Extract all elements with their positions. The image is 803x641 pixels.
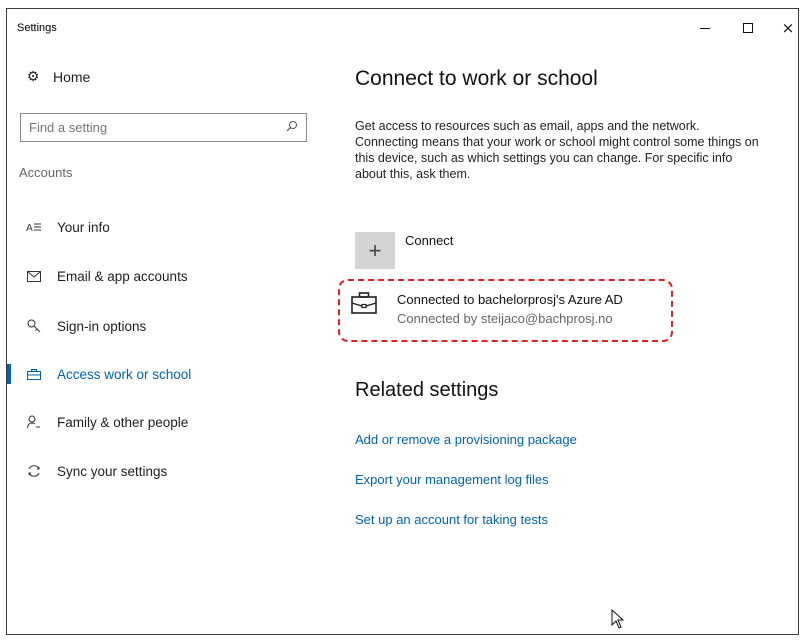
person-card-icon: A xyxy=(25,221,43,233)
provisioning-package-link[interactable]: Add or remove a provisioning package xyxy=(355,432,577,447)
sync-icon xyxy=(25,464,43,478)
people-icon xyxy=(25,415,43,429)
briefcase-icon xyxy=(25,368,43,380)
close-button[interactable]: × xyxy=(771,15,798,41)
page-title: Connect to work or school xyxy=(355,67,598,90)
sidebar-item-label: Sync your settings xyxy=(57,463,168,479)
gear-icon: ⚙ xyxy=(26,69,40,85)
svg-text:A: A xyxy=(26,223,33,233)
search-input[interactable] xyxy=(29,120,286,135)
minimize-icon xyxy=(700,27,710,29)
briefcase-icon xyxy=(351,292,385,320)
settings-window: Settings × ⚙ Home Accounts A Your info E… xyxy=(6,8,799,635)
mouse-cursor-icon xyxy=(611,609,625,629)
sidebar-item-family-other-people[interactable]: Family & other people xyxy=(7,402,327,442)
close-icon: × xyxy=(781,18,795,37)
account-name: Connected to bachelorprosj's Azure AD xyxy=(397,292,623,307)
connected-account-item[interactable]: Connected to bachelorprosj's Azure AD Co… xyxy=(345,286,667,334)
app-title: Settings xyxy=(17,22,57,34)
sidebar-item-label: Email & app accounts xyxy=(57,268,188,284)
plus-icon: + xyxy=(368,237,382,263)
sidebar-item-label: Your info xyxy=(57,219,110,235)
sidebar-item-label: Access work or school xyxy=(57,366,192,382)
maximize-icon xyxy=(743,23,753,33)
connect-button[interactable]: + xyxy=(355,232,395,269)
home-label: Home xyxy=(53,69,91,85)
minimize-button[interactable] xyxy=(688,15,722,41)
account-subtitle: Connected by steijaco@bachprosj.no xyxy=(397,311,613,326)
sidebar-item-access-work-school[interactable]: Access work or school xyxy=(7,354,327,394)
title-bar: Settings × xyxy=(7,9,798,49)
selection-indicator xyxy=(7,364,11,384)
related-settings-title: Related settings xyxy=(355,379,499,401)
connect-label[interactable]: Connect xyxy=(405,233,453,248)
sidebar-item-sign-in-options[interactable]: Sign-in options xyxy=(7,306,327,346)
page-description: Get access to resources such as email, a… xyxy=(355,119,759,181)
test-account-link[interactable]: Set up an account for taking tests xyxy=(355,512,548,527)
account-text: Connected to bachelorprosj's Azure AD Co… xyxy=(397,286,623,327)
search-box[interactable] xyxy=(20,113,307,142)
sidebar-item-email-accounts[interactable]: Email & app accounts xyxy=(7,256,327,296)
sidebar-item-sync-settings[interactable]: Sync your settings xyxy=(7,451,327,491)
export-log-files-link[interactable]: Export your management log files xyxy=(355,472,549,487)
sidebar-item-label: Family & other people xyxy=(57,414,189,430)
home-nav-item[interactable]: ⚙ Home xyxy=(25,65,91,89)
sidebar-item-label: Sign-in options xyxy=(57,318,147,334)
key-icon xyxy=(25,319,43,333)
sidebar-item-your-info[interactable]: A Your info xyxy=(7,207,327,247)
maximize-button[interactable] xyxy=(731,15,765,41)
accounts-section-label: Accounts xyxy=(19,165,73,180)
search-icon[interactable] xyxy=(286,120,298,136)
mail-icon xyxy=(25,270,43,282)
